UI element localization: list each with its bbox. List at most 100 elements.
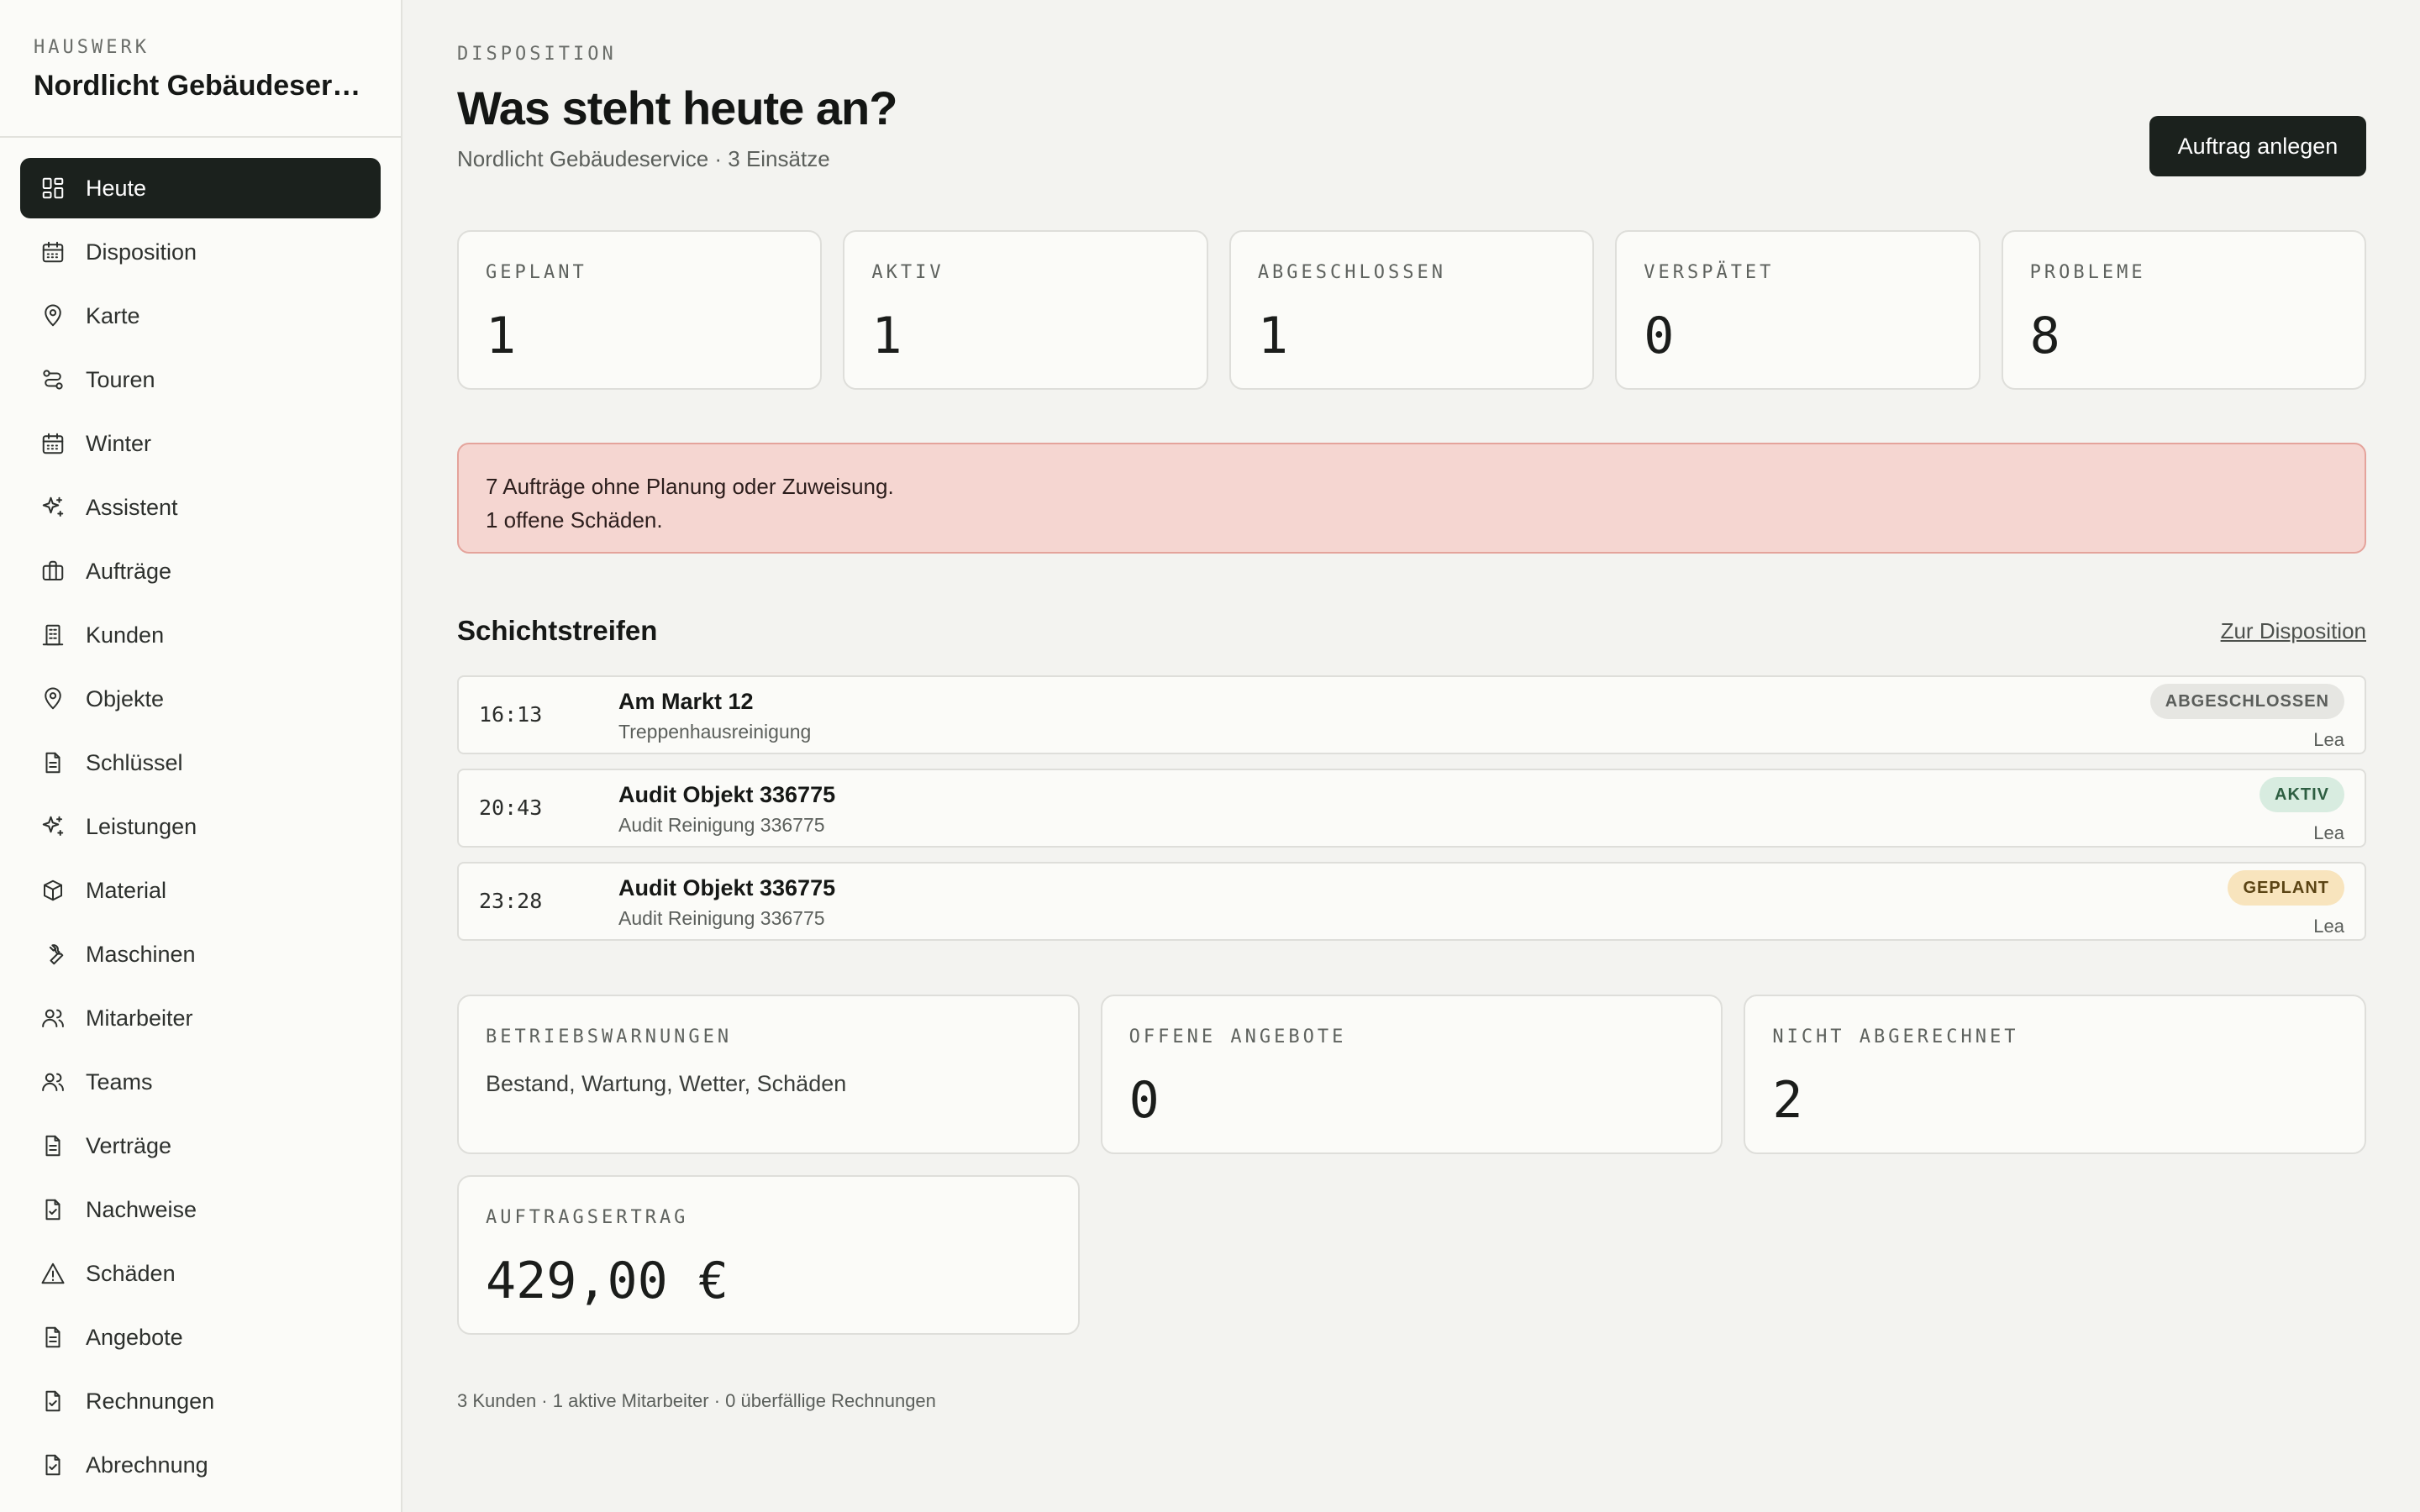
shift-service: Audit Reinigung 336775 bbox=[618, 814, 825, 836]
sidebar-item-schaeden[interactable]: Schäden bbox=[20, 1243, 381, 1304]
document-icon bbox=[40, 750, 66, 775]
warning-alert: 7 Aufträge ohne Planung oder Zuweisung. … bbox=[457, 443, 2366, 554]
kpi-label: VERSPÄTET bbox=[1644, 262, 1775, 283]
sidebar-item-label: Aufträge bbox=[86, 558, 172, 584]
sidebar-item-mitarbeiter[interactable]: Mitarbeiter bbox=[20, 988, 381, 1048]
status-badge: ABGESCHLOSSEN bbox=[2149, 684, 2344, 719]
app-shell: HAUSWERK Nordlicht Gebäudeservi… Heute Di… bbox=[0, 0, 2420, 1512]
unbilled-card[interactable]: NICHT ABGERECHNET 2 bbox=[1744, 995, 2366, 1154]
kpi-card-geplant[interactable]: GEPLANT 1 bbox=[457, 230, 823, 390]
page-subtitle: Nordlicht Gebäudeservice · 3 Einsätze bbox=[457, 146, 830, 171]
shift-time: 20:43 bbox=[479, 795, 543, 820]
sidebar-item-schluessel[interactable]: Schlüssel bbox=[20, 732, 381, 793]
brand-header: HAUSWERK Nordlicht Gebäudeservi… bbox=[0, 0, 401, 138]
card-label: NICHT ABGERECHNET bbox=[1772, 1026, 2019, 1047]
sidebar-item-nachweise[interactable]: Nachweise bbox=[20, 1179, 381, 1240]
sidebar-item-karte[interactable]: Karte bbox=[20, 286, 381, 346]
sidebar-item-label: Teams bbox=[86, 1068, 153, 1095]
kpi-card-abgeschlossen[interactable]: ABGESCHLOSSEN 1 bbox=[1228, 230, 1595, 390]
sidebar-item-angebote[interactable]: Angebote bbox=[20, 1307, 381, 1368]
create-order-button[interactable]: Auftrag anlegen bbox=[2149, 116, 2366, 176]
order-revenue-card[interactable]: AUFTRAGSERTRAG 429,00 € bbox=[457, 1175, 1080, 1335]
open-offers-card[interactable]: OFFENE ANGEBOTE 0 bbox=[1100, 995, 1723, 1154]
company-name[interactable]: Nordlicht Gebäudeservi… bbox=[34, 70, 367, 102]
calendar-icon bbox=[40, 239, 66, 265]
sidebar-item-disposition[interactable]: Disposition bbox=[20, 222, 381, 282]
kpi-card-probleme[interactable]: PROBLEME 8 bbox=[2001, 230, 2367, 390]
sidebar: HAUSWERK Nordlicht Gebäudeservi… Heute Di… bbox=[0, 0, 402, 1512]
map-pin-icon bbox=[40, 686, 66, 711]
sidebar-item-label: Winter bbox=[86, 430, 152, 456]
users-icon bbox=[40, 1069, 66, 1095]
sidebar-item-label: Leistungen bbox=[86, 813, 197, 839]
shift-service: Audit Reinigung 336775 bbox=[618, 907, 825, 929]
kpi-card-verspaetet[interactable]: VERSPÄTET 0 bbox=[1615, 230, 1981, 390]
document-check-icon bbox=[40, 1197, 66, 1222]
kpi-value: 1 bbox=[486, 307, 517, 365]
kpi-label: AKTIV bbox=[871, 262, 944, 283]
shift-list: 16:13 Am Markt 12 Treppenhausreinigung A… bbox=[457, 675, 2366, 955]
kpi-value: 8 bbox=[2029, 307, 2060, 365]
page-title: Was steht heute an? bbox=[457, 81, 897, 134]
sidebar-item-label: Objekte bbox=[86, 685, 165, 711]
map-pin-icon bbox=[40, 303, 66, 328]
kpi-card-aktiv[interactable]: AKTIV 1 bbox=[843, 230, 1208, 390]
document-check-icon bbox=[40, 1452, 66, 1478]
sidebar-item-abrechnung[interactable]: Abrechnung bbox=[20, 1435, 381, 1495]
shift-assignee: Lea bbox=[2313, 916, 2344, 937]
building-icon bbox=[40, 622, 66, 648]
sidebar-item-winter[interactable]: Winter bbox=[20, 413, 381, 474]
document-icon bbox=[40, 1133, 66, 1158]
route-icon bbox=[40, 367, 66, 392]
sidebar-item-vertraege[interactable]: Verträge bbox=[20, 1116, 381, 1176]
shift-row[interactable]: 16:13 Am Markt 12 Treppenhausreinigung A… bbox=[457, 675, 2366, 754]
shift-title: Am Markt 12 bbox=[618, 689, 754, 714]
sidebar-item-assistent[interactable]: Assistent bbox=[20, 477, 381, 538]
status-badge: AKTIV bbox=[2260, 777, 2344, 812]
card-text: Bestand, Wartung, Wetter, Schäden bbox=[486, 1071, 847, 1096]
card-label: BETRIEBSWARNUNGEN bbox=[486, 1026, 733, 1047]
sidebar-item-auftraege[interactable]: Aufträge bbox=[20, 541, 381, 601]
sidebar-item-label: Maschinen bbox=[86, 941, 196, 967]
kpi-row: GEPLANT 1 AKTIV 1 ABGESCHLOSSEN 1 VERSPÄ… bbox=[457, 230, 2367, 390]
sidebar-item-label: Abrechnung bbox=[86, 1452, 208, 1478]
sidebar-item-heute[interactable]: Heute bbox=[20, 158, 381, 218]
shift-row[interactable]: 20:43 Audit Objekt 336775 Audit Reinigun… bbox=[457, 769, 2366, 848]
shift-title: Audit Objekt 336775 bbox=[618, 782, 836, 807]
sidebar-item-kunden[interactable]: Kunden bbox=[20, 605, 381, 665]
sidebar-item-label: Touren bbox=[86, 366, 155, 392]
brand-eyebrow: HAUSWERK bbox=[34, 37, 150, 58]
sidebar-item-leistungen[interactable]: Leistungen bbox=[20, 796, 381, 857]
sidebar-item-maschinen[interactable]: Maschinen bbox=[20, 924, 381, 984]
card-label: OFFENE ANGEBOTE bbox=[1128, 1026, 1347, 1047]
kpi-label: PROBLEME bbox=[2029, 262, 2146, 283]
shift-time: 16:13 bbox=[479, 702, 543, 727]
sidebar-item-material[interactable]: Material bbox=[20, 860, 381, 921]
shift-service: Treppenhausreinigung bbox=[618, 721, 812, 743]
kpi-value: 0 bbox=[1644, 307, 1675, 365]
sidebar-item-teams[interactable]: Teams bbox=[20, 1052, 381, 1112]
sidebar-item-label: Mitarbeiter bbox=[86, 1005, 193, 1031]
shift-title: Audit Objekt 336775 bbox=[618, 875, 836, 900]
document-icon bbox=[40, 1325, 66, 1350]
status-badge: GEPLANT bbox=[2228, 870, 2344, 906]
document-check-icon bbox=[40, 1389, 66, 1414]
card-value: 429,00 € bbox=[486, 1252, 729, 1310]
sidebar-item-label: Material bbox=[86, 877, 167, 903]
package-icon bbox=[40, 878, 66, 903]
sidebar-item-touren[interactable]: Touren bbox=[20, 349, 381, 410]
shift-row[interactable]: 23:28 Audit Objekt 336775 Audit Reinigun… bbox=[457, 862, 2366, 941]
card-label: AUFTRAGSERTRAG bbox=[486, 1207, 689, 1228]
go-to-disposition-link[interactable]: Zur Disposition bbox=[2221, 618, 2366, 644]
sidebar-item-rechnungen[interactable]: Rechnungen bbox=[20, 1371, 381, 1431]
kpi-label: GEPLANT bbox=[486, 262, 587, 283]
wrench-icon bbox=[40, 942, 66, 967]
operations-warnings-card[interactable]: BETRIEBSWARNUNGEN Bestand, Wartung, Wett… bbox=[457, 995, 1080, 1154]
sidebar-item-objekte[interactable]: Objekte bbox=[20, 669, 381, 729]
sidebar-item-label: Schäden bbox=[86, 1260, 176, 1286]
warning-icon bbox=[40, 1261, 66, 1286]
main-content: DISPOSITION Was steht heute an? Nordlich… bbox=[402, 0, 2420, 1512]
sidebar-item-label: Schlüssel bbox=[86, 749, 183, 775]
footer-summary: 3 Kunden · 1 aktive Mitarbeiter · 0 über… bbox=[457, 1390, 936, 1411]
alert-line-damages: 1 offene Schäden. bbox=[486, 507, 663, 533]
